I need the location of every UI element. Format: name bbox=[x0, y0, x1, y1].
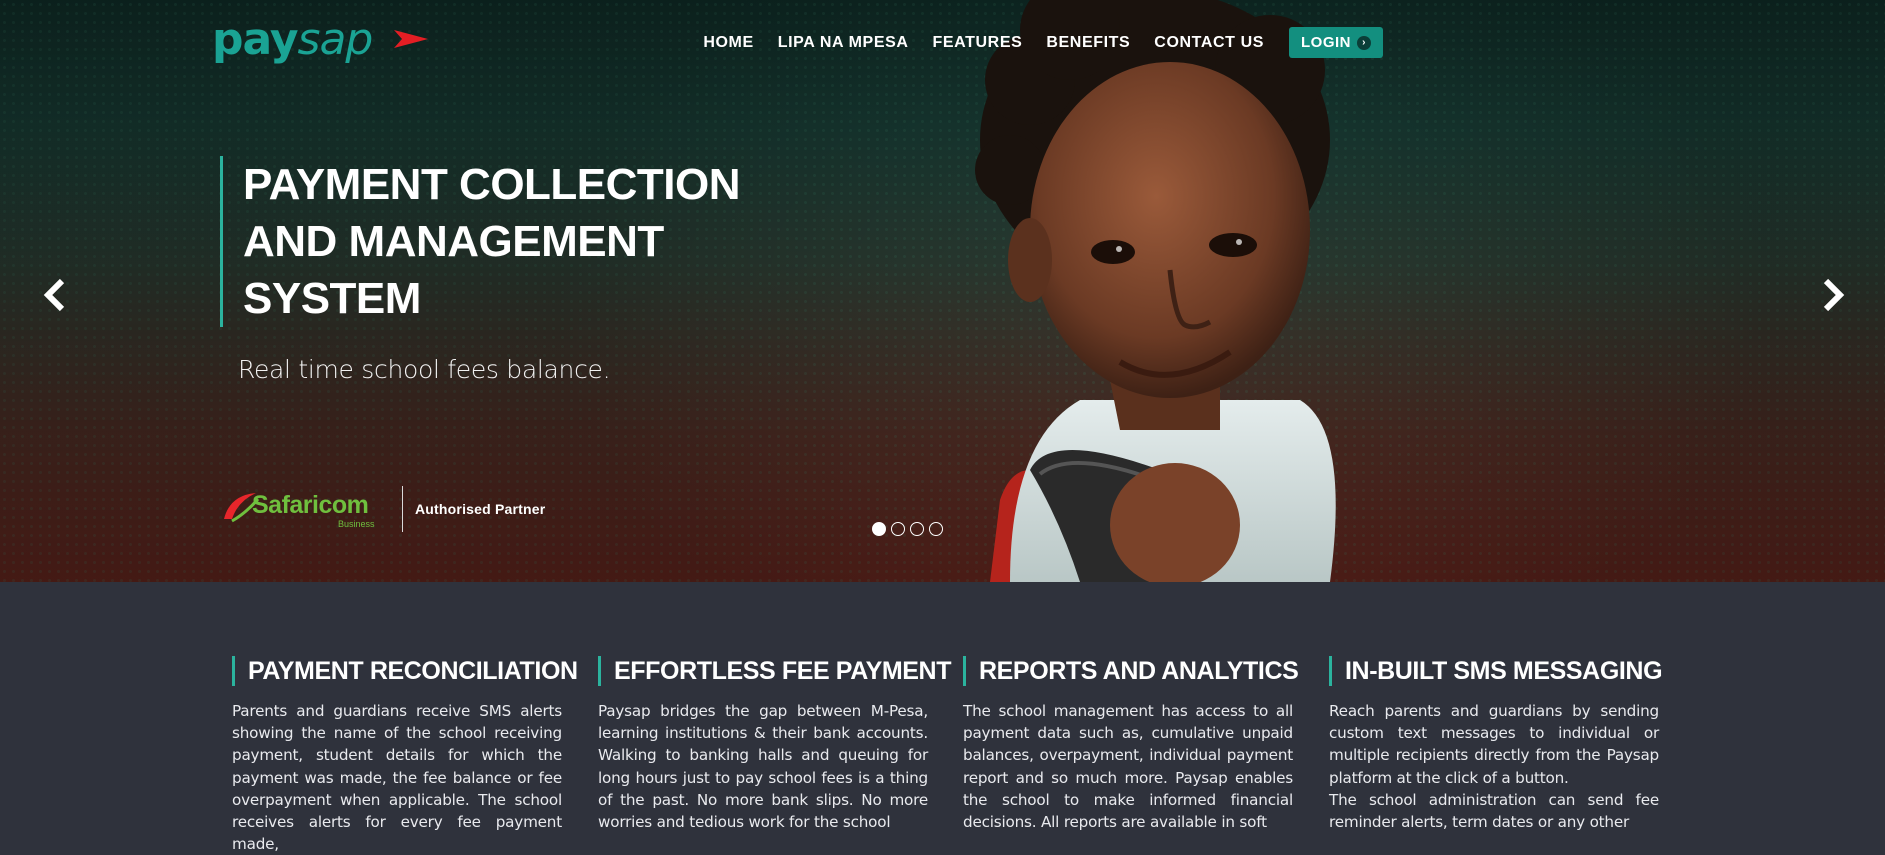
nav-features[interactable]: FEATURES bbox=[933, 34, 1023, 52]
feature-title: IN-BUILT SMS MESSAGING bbox=[1329, 656, 1663, 686]
safaricom-partner-badge: Safaricom Business Authorised Partner bbox=[220, 486, 545, 532]
chevron-circle-right-icon: › bbox=[1357, 35, 1371, 50]
carousel-dot-3[interactable] bbox=[910, 522, 924, 536]
feature-effortless-fee-payment: EFFORTLESS FEE PAYMENT Paysap bridges th… bbox=[598, 656, 951, 833]
login-button-label: LOGIN bbox=[1301, 34, 1351, 51]
carousel-dot-4[interactable] bbox=[929, 522, 943, 536]
feature-body: Reach parents and guardians by sending c… bbox=[1329, 702, 1659, 832]
nav-contact-us[interactable]: CONTACT US bbox=[1154, 34, 1264, 52]
chevron-right-icon[interactable] bbox=[1818, 277, 1848, 313]
feature-reports-and-analytics: REPORTS AND ANALYTICS The school managem… bbox=[963, 656, 1299, 833]
feature-title: PAYMENT RECONCILIATION bbox=[232, 656, 578, 686]
feature-title: EFFORTLESS FEE PAYMENT bbox=[598, 656, 951, 686]
hero-headline-block: PAYMENT COLLECTION AND MANAGEMENT SYSTEM bbox=[220, 156, 763, 327]
chevron-left-icon[interactable] bbox=[40, 277, 70, 313]
nav-home[interactable]: HOME bbox=[703, 34, 753, 52]
carousel-indicators bbox=[872, 522, 943, 536]
hero-subline: Real time school fees balance. bbox=[238, 355, 611, 384]
hero-carousel: paysap HOME LIPA NA MPESA FEATURES BENEF… bbox=[0, 0, 1885, 582]
feature-body: The school management has access to all … bbox=[963, 702, 1293, 832]
feature-title: REPORTS AND ANALYTICS bbox=[963, 656, 1299, 686]
logo-arrow-icon bbox=[394, 30, 428, 48]
feature-body: Paysap bridges the gap between M-Pesa, l… bbox=[598, 702, 928, 832]
carousel-dot-2[interactable] bbox=[891, 522, 905, 536]
carousel-dot-1[interactable] bbox=[872, 522, 886, 536]
paysap-logo[interactable]: paysap bbox=[212, 14, 432, 68]
hero-headline: PAYMENT COLLECTION AND MANAGEMENT SYSTEM bbox=[243, 160, 741, 323]
feature-payment-reconciliation: PAYMENT RECONCILIATION Parents and guard… bbox=[232, 656, 578, 855]
features-section: PAYMENT RECONCILIATION Parents and guard… bbox=[0, 582, 1885, 853]
safaricom-logo: Safaricom Business bbox=[220, 487, 390, 531]
feature-in-built-sms-messaging: IN-BUILT SMS MESSAGING Reach parents and… bbox=[1329, 656, 1663, 833]
nav-lipa-na-mpesa[interactable]: LIPA NA MPESA bbox=[778, 34, 909, 52]
feature-body: Parents and guardians receive SMS alerts… bbox=[232, 702, 562, 854]
hero-student-image bbox=[975, 0, 1336, 582]
partner-label: Authorised Partner bbox=[415, 501, 546, 517]
login-button[interactable]: LOGIN › bbox=[1289, 27, 1383, 58]
main-nav: HOME LIPA NA MPESA FEATURES BENEFITS CON… bbox=[679, 27, 1383, 58]
nav-benefits[interactable]: BENEFITS bbox=[1046, 34, 1130, 52]
